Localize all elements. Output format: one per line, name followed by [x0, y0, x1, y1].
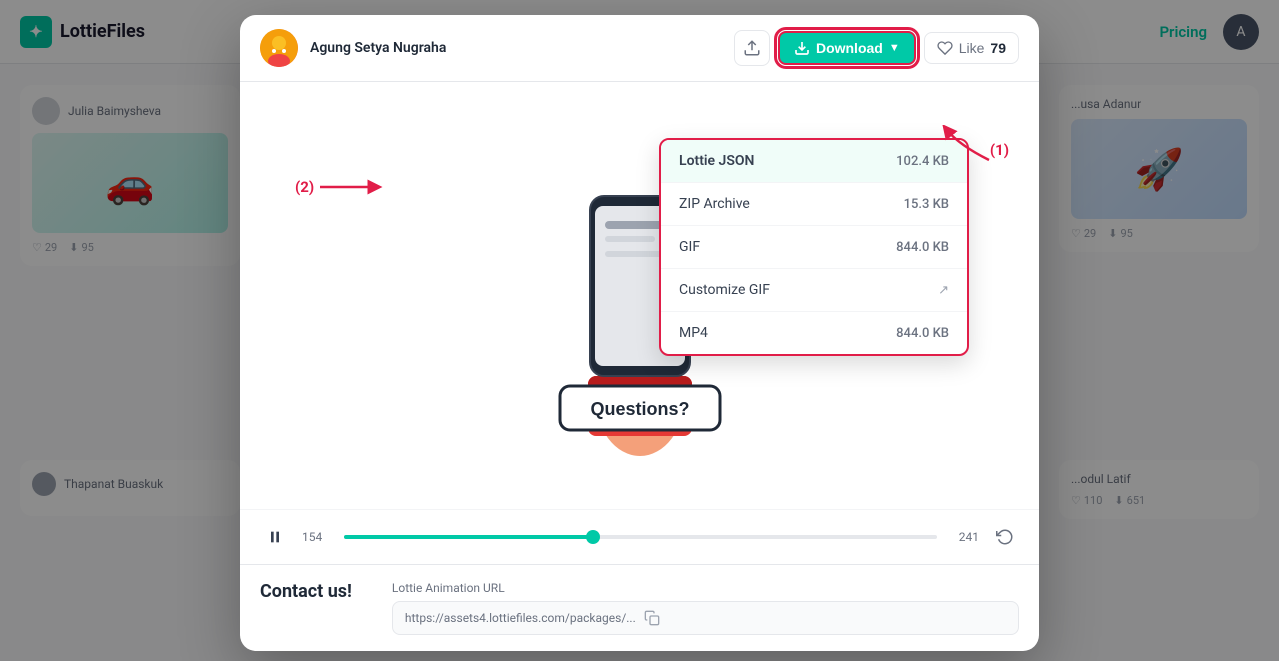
- loop-button[interactable]: [991, 523, 1019, 551]
- like-button[interactable]: Like 79: [924, 32, 1019, 64]
- dropdown-item-label-4: MP4: [679, 325, 708, 341]
- dropdown-item-label-0: Lottie JSON: [679, 153, 754, 169]
- contact-title: Contact us!: [260, 581, 352, 602]
- upload-button[interactable]: [734, 30, 770, 66]
- download-button-label: Download: [816, 40, 883, 56]
- modal-body: Questions? 154 241: [240, 82, 1039, 651]
- progress-thumb[interactable]: [586, 530, 600, 544]
- dropdown-item-3[interactable]: Customize GIF ↗: [661, 269, 967, 312]
- modal-bottom: Contact us! Lottie Animation URL https:/…: [240, 564, 1039, 651]
- frame-end: 241: [949, 530, 979, 544]
- dropdown-item-label-3: Customize GIF: [679, 282, 770, 298]
- dropdown-item-size-0: 102.4 KB: [896, 154, 949, 169]
- dropdown-item-0[interactable]: Lottie JSON 102.4 KB: [661, 140, 967, 183]
- svg-text:Questions?: Questions?: [590, 399, 689, 419]
- dropdown-item-label-2: GIF: [679, 239, 700, 255]
- dropdown-item-size-4: 844.0 KB: [896, 326, 949, 341]
- dropdown-item-size-2: 844.0 KB: [896, 240, 949, 255]
- url-input-row[interactable]: https://assets4.lottiefiles.com/packages…: [392, 601, 1019, 635]
- url-section: Lottie Animation URL https://assets4.lot…: [392, 581, 1019, 635]
- pause-button[interactable]: [260, 522, 290, 552]
- modal-header: Agung Setya Nugraha Download ▼ Like 79: [240, 15, 1039, 82]
- progress-bar[interactable]: [344, 535, 937, 539]
- modal-actions: Download ▼ Like 79: [734, 30, 1019, 66]
- dropdown-item-1[interactable]: ZIP Archive 15.3 KB: [661, 183, 967, 226]
- modal: Agung Setya Nugraha Download ▼ Like 79: [240, 15, 1039, 651]
- progress-fill: [344, 535, 593, 539]
- contact-section: Contact us!: [260, 581, 352, 635]
- like-label: Like: [959, 40, 985, 56]
- download-button[interactable]: Download ▼: [778, 31, 916, 65]
- download-caret-icon: ▼: [889, 42, 900, 54]
- dropdown-item-label-1: ZIP Archive: [679, 196, 750, 212]
- modal-user-avatar: [260, 29, 298, 67]
- url-value: https://assets4.lottiefiles.com/packages…: [405, 611, 636, 625]
- dropdown-item-4[interactable]: MP4 844.0 KB: [661, 312, 967, 354]
- copy-icon[interactable]: [644, 610, 660, 626]
- frame-start: 154: [302, 530, 332, 544]
- url-label: Lottie Animation URL: [392, 581, 1019, 595]
- player-controls: 154 241: [240, 509, 1039, 564]
- dropdown-item-size-1: 15.3 KB: [904, 197, 949, 212]
- dropdown-item-2[interactable]: GIF 844.0 KB: [661, 226, 967, 269]
- dropdown-item-ext-icon-3: ↗: [938, 283, 949, 298]
- like-count: 79: [990, 40, 1006, 56]
- download-dropdown: Lottie JSON 102.4 KB ZIP Archive 15.3 KB GIF…: [659, 138, 969, 356]
- modal-user-name: Agung Setya Nugraha: [310, 40, 722, 56]
